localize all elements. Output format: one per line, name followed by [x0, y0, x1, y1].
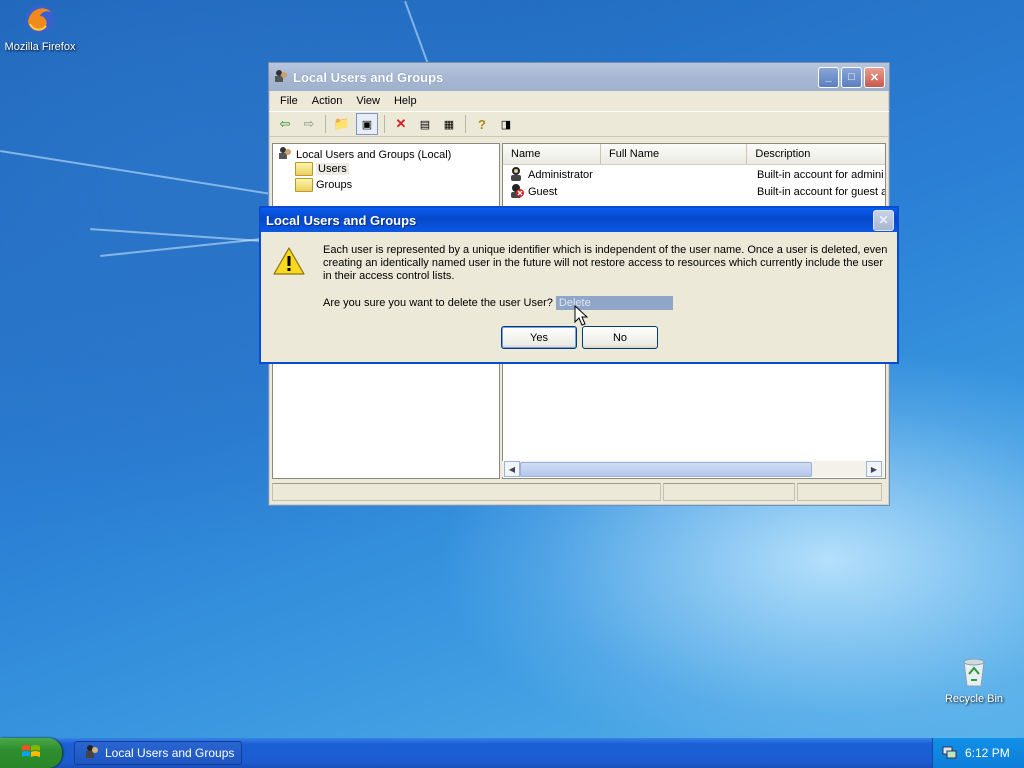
scroll-left-button[interactable]: ◀	[504, 461, 520, 477]
confirm-delete-dialog: Local Users and Groups ✕ Each user is re…	[259, 206, 899, 364]
taskbar-item-local-users-groups[interactable]: Local Users and Groups	[74, 741, 242, 765]
help-icon: ?	[478, 116, 486, 132]
tree-root-label: Local Users and Groups (Local)	[296, 148, 452, 161]
taskbar-item-label: Local Users and Groups	[105, 746, 235, 760]
menu-bar: File Action View Help	[269, 91, 889, 112]
users-groups-icon	[84, 744, 100, 762]
desktop-icon-recycle-bin[interactable]: Recycle Bin	[934, 656, 1014, 705]
desktop-icon-label: Recycle Bin	[944, 693, 1004, 705]
taskbar: Local Users and Groups 6:12 PM	[0, 738, 1024, 768]
horizontal-scrollbar[interactable]: ◀ ▶	[502, 461, 884, 477]
help-button[interactable]: ?	[472, 114, 492, 134]
delete-x-icon: ✕	[395, 116, 407, 131]
window-title: Local Users and Groups	[293, 69, 444, 85]
toolbar-separator	[384, 115, 385, 133]
column-header-name[interactable]: Name	[503, 144, 601, 164]
delete-button[interactable]: ✕	[391, 114, 411, 134]
app-icon	[273, 68, 289, 87]
up-folder-icon: 📁	[333, 116, 351, 131]
export-list-icon: ▦	[443, 118, 455, 131]
status-bar	[272, 483, 884, 501]
wallpaper-streak	[404, 0, 430, 68]
list-header: Name Full Name Description	[503, 144, 885, 165]
window-titlebar[interactable]: Local Users and Groups _ □ ✕	[269, 63, 889, 91]
disabled-user-icon	[509, 183, 525, 201]
minimize-button[interactable]: _	[818, 66, 839, 88]
question-text: Are you sure you want to delete the user…	[323, 297, 553, 309]
user-description: Built-in account for guest a	[757, 185, 886, 198]
menu-action[interactable]: Action	[305, 95, 350, 107]
folder-icon	[295, 162, 313, 176]
close-button[interactable]: ✕	[864, 66, 885, 88]
console-tree-icon: ▣	[361, 118, 373, 131]
dialog-message: Each user is represented by a unique ide…	[323, 244, 888, 282]
scroll-right-button[interactable]: ▶	[866, 461, 882, 477]
dialog-close-button[interactable]: ✕	[873, 209, 894, 231]
desktop-icon-firefox[interactable]: Mozilla Firefox	[0, 2, 80, 53]
toolbar: ⇦ ⇨ 📁 ▣ ✕ ▤ ▦ ? ◨	[269, 112, 889, 137]
properties-icon: ▤	[419, 118, 431, 131]
tree-item-label: Groups	[316, 179, 353, 191]
back-arrow-icon: ⇦	[279, 116, 291, 131]
show-hide-action-pane-button[interactable]: ◨	[496, 114, 516, 134]
tree-item-groups[interactable]: Groups	[295, 178, 352, 192]
show-hide-tree-button[interactable]: ▣	[356, 113, 378, 135]
menu-help[interactable]: Help	[387, 95, 424, 107]
users-groups-icon	[277, 146, 293, 163]
maximize-icon: □	[848, 71, 855, 83]
status-pane	[796, 483, 882, 501]
column-header-description[interactable]: Description	[747, 144, 885, 164]
up-level-button[interactable]: 📁	[332, 114, 352, 134]
chevron-right-icon: ▶	[870, 464, 878, 474]
tree-item-users[interactable]: Users	[295, 162, 349, 176]
tree-item-label: Users	[316, 163, 349, 175]
tree-root[interactable]: Local Users and Groups (Local)	[277, 146, 451, 163]
no-button[interactable]: No	[582, 326, 658, 349]
forward-arrow-icon: ⇨	[303, 116, 315, 131]
table-row[interactable]: Guest Built-in account for guest a	[503, 183, 886, 201]
action-pane-icon: ◨	[500, 118, 512, 131]
export-list-button[interactable]: ▦	[439, 114, 459, 134]
dialog-title: Local Users and Groups	[266, 212, 417, 228]
chevron-left-icon: ◀	[508, 464, 516, 474]
close-icon: ✕	[869, 71, 880, 84]
user-name: Administrator	[528, 168, 593, 181]
minimize-icon: _	[825, 71, 832, 83]
toolbar-separator	[465, 115, 466, 133]
system-tray: 6:12 PM	[932, 738, 1024, 768]
status-pane	[272, 483, 662, 501]
folder-icon	[295, 178, 313, 192]
scrollbar-thumb[interactable]	[520, 462, 812, 477]
start-button[interactable]	[0, 738, 62, 768]
menu-view[interactable]: View	[349, 95, 387, 107]
warning-icon	[273, 246, 305, 279]
windows-logo-icon	[21, 743, 41, 764]
column-header-full-name[interactable]: Full Name	[601, 144, 748, 164]
network-icon[interactable]	[941, 744, 957, 763]
maximize-button[interactable]: □	[841, 66, 862, 88]
table-row[interactable]: Administrator Built-in account for admin…	[503, 166, 885, 184]
user-name: Guest	[528, 185, 558, 198]
yes-button[interactable]: Yes	[501, 326, 577, 349]
forward-button[interactable]: ⇨	[299, 114, 319, 134]
menu-file[interactable]: File	[273, 95, 305, 107]
firefox-icon	[0, 2, 80, 39]
status-pane	[663, 483, 795, 501]
properties-button[interactable]: ▤	[415, 114, 435, 134]
recycle-bin-icon	[934, 656, 1014, 691]
dialog-titlebar[interactable]: Local Users and Groups ✕	[261, 208, 897, 232]
dialog-question: Are you sure you want to delete the user…	[323, 296, 673, 310]
mouse-cursor-icon	[574, 304, 589, 330]
desktop-icon-label: Mozilla Firefox	[4, 41, 76, 53]
user-description: Built-in account for admini	[757, 168, 884, 181]
back-button[interactable]: ⇦	[275, 114, 295, 134]
toolbar-separator	[325, 115, 326, 133]
close-icon: ✕	[878, 213, 889, 227]
user-icon	[509, 166, 525, 184]
clock[interactable]: 6:12 PM	[965, 746, 1010, 760]
